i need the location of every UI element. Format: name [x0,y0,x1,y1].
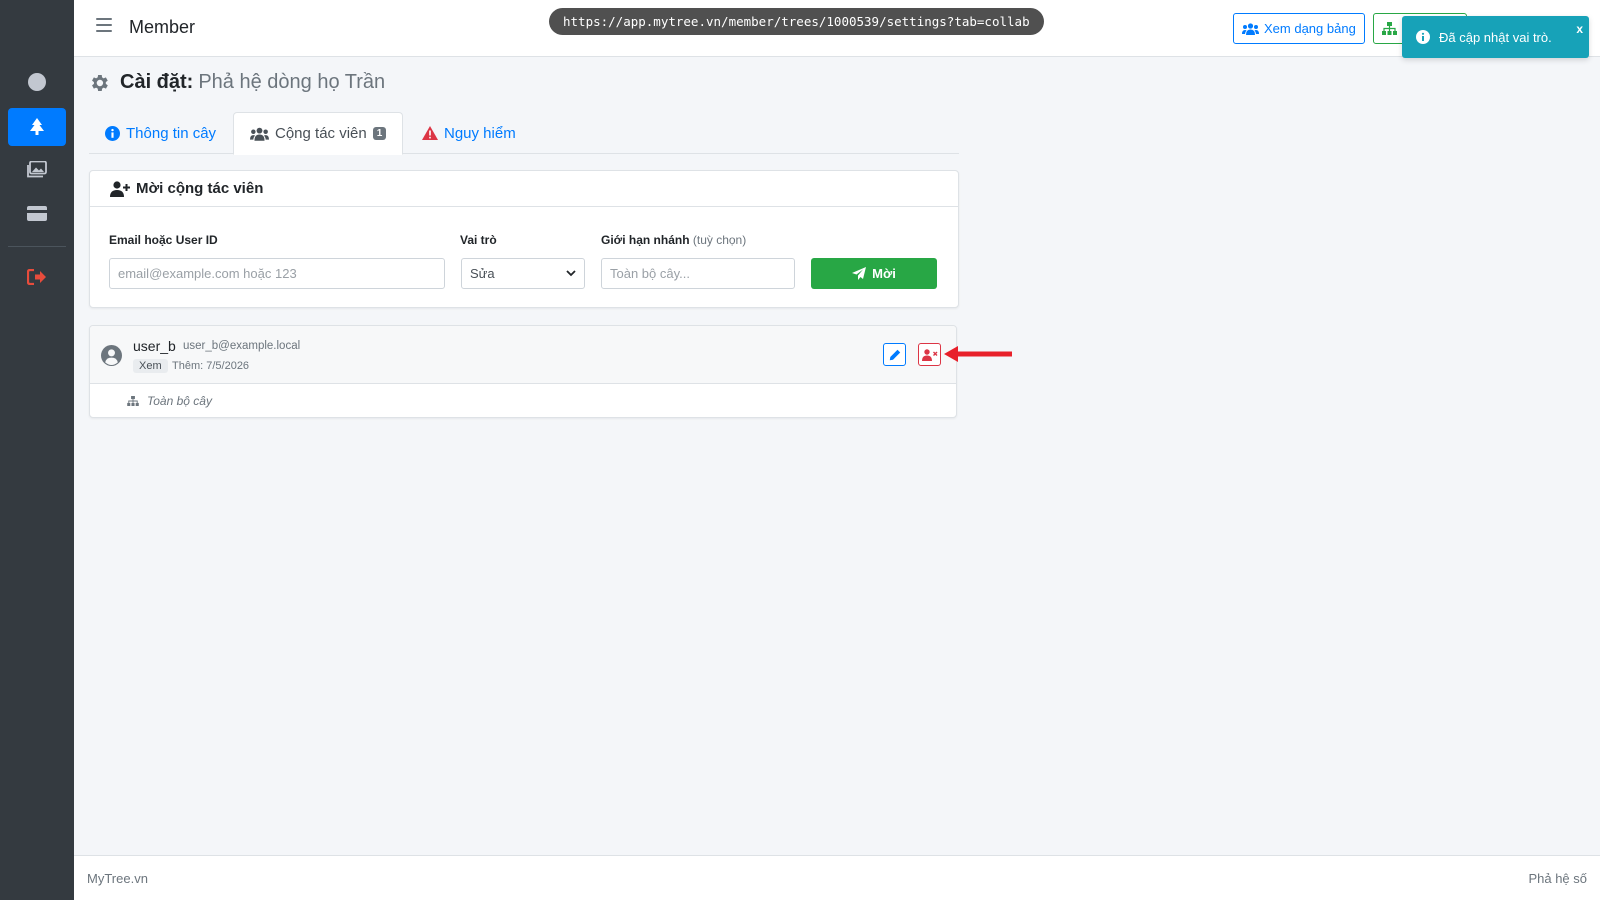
paper-plane-icon [852,266,867,280]
role-select-value: Sửa [470,266,495,281]
remove-collaborator-button[interactable] [918,343,941,366]
page-title-tree-name: Phả hệ dòng họ Trần [198,71,386,93]
toast-message: Đã cập nhật vai trò. [1439,29,1552,45]
user-avatar-icon [101,345,122,366]
role-label: Vai trò [460,233,497,247]
user-plus-icon [110,180,130,197]
invite-card-header: Mời cộng tác viên [90,171,958,207]
info-icon [105,125,120,141]
table-view-button[interactable]: Xem dạng bảng [1233,13,1365,44]
branch-limit-field[interactable] [601,258,795,289]
collaborator-email: user_b@example.local [183,340,301,352]
circle-icon [28,73,46,91]
invite-button-label: Mời [872,266,896,281]
edit-role-button[interactable] [883,343,906,366]
invite-button[interactable]: Mời [811,258,937,289]
tab-collaborators[interactable]: Cộng tác viên 1 [233,112,404,155]
tab-tree-info[interactable]: Thông tin cây [89,112,232,154]
email-field[interactable] [109,258,445,289]
collaborator-scope: Toàn bộ cây [90,384,956,418]
collaborator-card: user_b user_b@example.local Xem Thêm: 7/… [89,325,957,418]
sign-out-icon [27,269,46,285]
url-bar: https://app.mytree.vn/member/trees/10005… [549,8,1044,35]
invite-card-title: Mời cộng tác viên [136,180,264,197]
collaborator-count-badge: 1 [372,127,387,140]
sidebar-item-gallery[interactable] [8,150,66,188]
branch-label: Giới hạn nhánh (tuỳ chọn) [601,233,746,247]
annotation-arrow-icon [944,346,1012,362]
sidebar-item-home[interactable] [8,63,66,101]
user-times-icon [921,348,937,361]
collaborator-row: user_b user_b@example.local Xem Thêm: 7/… [90,326,956,384]
credit-card-icon [27,205,47,221]
users-icon [250,127,269,141]
footer-tagline: Phả hệ số [1528,871,1587,886]
branch-label-text: Giới hạn nhánh [601,233,690,247]
gear-icon [92,74,108,91]
sitemap-icon [127,396,139,406]
settings-tabs: Thông tin cây Cộng tác viên 1 Nguy hiểm [89,112,959,155]
sitemap-icon [1382,22,1397,35]
sidebar-item-billing[interactable] [8,194,66,232]
invite-card: Mời cộng tác viên Email hoặc User ID Vai… [89,170,959,308]
footer-brand: MyTree.vn [87,871,148,886]
tree-icon [30,118,44,135]
tab-label: Cộng tác viên [275,125,367,142]
tab-label: Nguy hiểm [444,124,516,142]
collaborator-name: user_b [133,338,176,354]
email-label: Email hoặc User ID [109,233,218,247]
toast-notification: Đã cập nhật vai trò. x [1402,16,1589,58]
users-icon [1242,22,1259,35]
toast-close-button[interactable]: x [1576,22,1583,36]
sidebar-item-trees[interactable] [8,108,66,146]
collaborator-added-date: Thêm: 7/5/2026 [172,360,250,372]
collaborator-scope-text: Toàn bộ cây [147,394,212,408]
info-icon [1416,30,1430,44]
collaborator-role-badge: Xem [133,359,168,373]
branch-optional-hint: (tuỳ chọn) [692,233,747,247]
chevron-down-icon [566,270,576,277]
tab-danger[interactable]: Nguy hiểm [406,112,532,154]
role-select[interactable]: Sửa [461,258,585,289]
tab-label: Thông tin cây [126,124,217,142]
header-title: Member [129,17,196,37]
menu-toggle-icon[interactable] [96,18,112,32]
sidebar-item-logout[interactable] [8,258,66,296]
sidebar-divider [8,246,66,247]
top-header: Member https://app.mytree.vn/member/tree… [74,0,1600,57]
footer: MyTree.vn Phả hệ số [74,855,1600,900]
images-icon [27,160,47,177]
page-title-label: Cài đặt: [120,71,194,93]
sidebar [0,0,74,900]
page-title: Cài đặt: Phả hệ dòng họ Trần [88,71,385,94]
pencil-icon [889,349,900,360]
warning-icon [422,126,438,140]
table-view-label: Xem dạng bảng [1264,21,1356,36]
